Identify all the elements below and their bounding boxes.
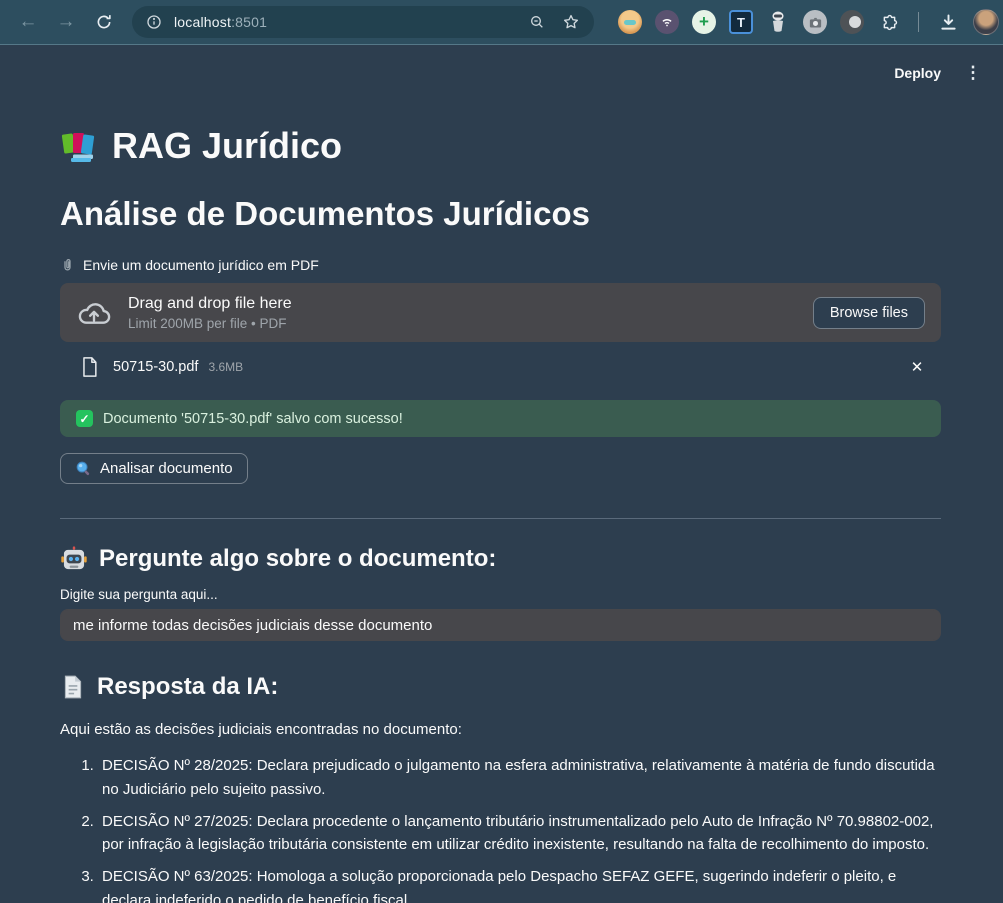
success-message: Documento '50715-30.pdf' salvo com suces… (103, 411, 403, 427)
downloads-icon[interactable] (936, 10, 960, 34)
document-icon (60, 674, 86, 700)
url-port: :8501 (231, 14, 267, 30)
success-alert: ✓ Documento '50715-30.pdf' salvo com suc… (60, 400, 941, 437)
section-divider (60, 518, 941, 519)
books-icon (60, 128, 98, 164)
check-icon: ✓ (76, 410, 93, 427)
file-size: 3.6MB (208, 360, 243, 374)
dropzone-title: Drag and drop file here (128, 295, 797, 313)
file-dropzone[interactable]: Drag and drop file here Limit 200MB per … (60, 283, 941, 342)
zoom-icon[interactable] (524, 9, 550, 35)
decision-item: DECISÃO Nº 27/2025: Declara procedente o… (98, 810, 941, 857)
toolbar-separator (918, 12, 919, 32)
extension-plus-icon[interactable]: + (692, 10, 716, 34)
decision-item: DECISÃO Nº 63/2025: Homologa a solução p… (98, 865, 941, 903)
extension-robot-icon[interactable] (766, 10, 790, 34)
address-bar[interactable]: localhost:8501 (132, 6, 594, 38)
extension-text-icon[interactable]: T (729, 10, 753, 34)
dropzone-hint: Limit 200MB per file • PDF (128, 316, 797, 331)
app-title-text: RAG Jurídico (112, 125, 342, 167)
file-icon (80, 355, 99, 379)
back-icon[interactable]: ← (12, 6, 44, 38)
question-heading-text: Pergunte algo sobre o documento: (99, 545, 496, 573)
magnifier-blue-icon (75, 460, 92, 477)
uploaded-file-row: 50715-30.pdf 3.6MB ✕ (60, 352, 941, 382)
question-heading: Pergunte algo sobre o documento: (60, 545, 941, 573)
cloud-upload-icon (76, 297, 112, 329)
reload-icon[interactable] (88, 6, 120, 38)
forward-icon[interactable]: → (50, 6, 82, 38)
bookmark-star-icon[interactable] (558, 9, 584, 35)
question-input[interactable] (60, 609, 941, 641)
answer-heading-text: Resposta da IA: (97, 673, 278, 701)
extensions-row: + T ⋮ (618, 9, 1003, 35)
answer-heading: Resposta da IA: (60, 673, 941, 701)
robot-icon (60, 545, 88, 573)
app-menu-icon[interactable]: ⋮ (961, 63, 985, 83)
paperclip-icon (60, 258, 75, 273)
uploader-label-text: Envie um documento jurídico em PDF (83, 257, 319, 273)
analyze-document-button[interactable]: Analisar documento (60, 453, 248, 484)
extension-camera-icon[interactable] (803, 10, 827, 34)
extension-wifi-icon[interactable] (655, 10, 679, 34)
streamlit-app: Deploy ⋮ RAG Jurídico Análise de Documen… (0, 45, 1003, 903)
uploader-label: Envie um documento jurídico em PDF (60, 257, 941, 273)
profile-avatar[interactable] (973, 9, 999, 35)
deploy-button[interactable]: Deploy (894, 65, 941, 81)
page-title: Análise de Documentos Jurídicos (60, 195, 941, 233)
decisions-list: DECISÃO Nº 28/2025: Declara prejudicado … (60, 754, 941, 903)
answer-intro: Aqui estão as decisões judiciais encontr… (60, 718, 941, 741)
analyze-button-label: Analisar documento (100, 460, 233, 477)
site-info-icon[interactable] (142, 10, 166, 34)
app-title: RAG Jurídico (60, 125, 941, 167)
app-header: Deploy ⋮ (0, 45, 1003, 101)
extension-monkey-icon[interactable] (618, 10, 642, 34)
ai-answer: Aqui estão as decisões judiciais encontr… (60, 718, 941, 903)
dropzone-texts: Drag and drop file here Limit 200MB per … (128, 295, 797, 331)
decision-item: DECISÃO Nº 28/2025: Declara prejudicado … (98, 754, 941, 801)
remove-file-icon[interactable]: ✕ (905, 358, 929, 376)
question-input-label: Digite sua pergunta aqui... (60, 587, 941, 602)
extensions-puzzle-icon[interactable] (877, 10, 901, 34)
browse-files-button[interactable]: Browse files (813, 297, 925, 329)
browser-toolbar: ← → localhost:8501 (0, 0, 1003, 45)
extension-sphere-icon[interactable] (840, 10, 864, 34)
file-name: 50715-30.pdf (113, 359, 198, 375)
url-host: localhost (174, 14, 231, 30)
